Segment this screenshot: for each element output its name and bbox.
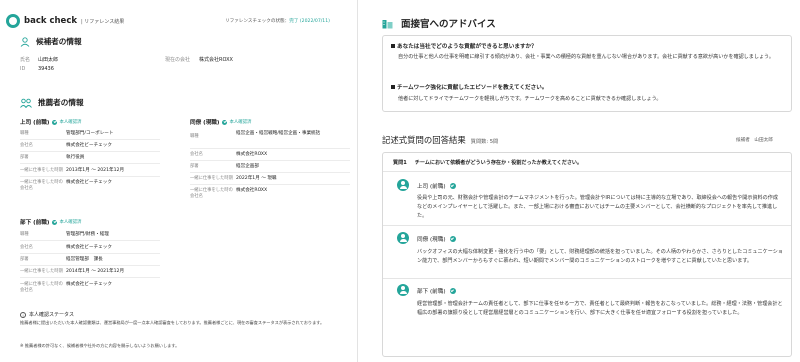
company-value: 株式会社ROXX [199,57,233,63]
verify-status-note-title: i 本人確認ステータス [20,311,74,318]
table-row: 一緒に仕事をした時の会社名 株式会社ROXX [190,188,268,199]
respondent-info: 候補者 山田太郎 [736,138,773,143]
referee-section-title: 推薦者の情報 [20,97,84,108]
results-title: 記述式質問の回答結果 質問数: 5問 [382,135,499,145]
answer-role: 部下 (前職) [417,287,458,295]
check-icon [52,119,58,125]
check-icon [222,119,228,125]
backcheck-logo-icon [6,14,20,28]
candidate-title-text: 候補者の情報 [36,37,82,46]
referee-boss-head: 上司 (前職) 本人確認済 [20,118,81,126]
check-icon [52,219,58,225]
name-value: 山田太郎 [38,57,59,63]
divider [383,225,791,226]
table-row: 一緒に仕事をした時の会社名 株式会社ビーチェック [20,282,112,293]
disclosure-footnote: ※ 推薦者様の許可なく、候補者様や社外の方に内容を開示しないようお願いします。 [20,343,180,348]
bullet-square-icon [391,85,395,89]
table-row: 職種 経営企画・経営戦略/経営企画・事業統括 [190,131,350,149]
right-panel: 面接官へのアドバイス あなたは当社でどのような貢献ができると思いますか？ 自分の… [358,0,800,362]
verified-badge: 本人確認済 [222,119,251,125]
table-row: 一緒に仕事をした時期 2013年1月 〜 2021年12月 [20,168,160,177]
status-label: リファレンスチェックの状態： [225,19,290,24]
advice-answer: 他者に対してドライでチームワークを軽視しがちです。チームワークを高めることに貢献… [398,96,662,102]
table-row: 一緒に仕事をした時期 2022年1月 〜 現職 [190,176,350,185]
logo-text: back check [24,16,78,26]
referee-title-text: 推薦者の情報 [38,98,84,107]
referee-subordinate-title: 部下 (前職) [20,220,50,226]
question-count: 質問数: 5問 [470,139,499,145]
person-icon [20,36,30,47]
header: back check | リファレンス結果 [6,14,124,28]
header-subtitle: | リファレンス結果 [81,18,125,25]
candidate-name-row: 氏名 山田太郎 [20,56,58,63]
check-icon [449,288,456,294]
status-value: 完了 (2022/07/11) [289,19,330,24]
people-icon [20,98,32,108]
table-row: 部署 経営企画部 [190,164,350,173]
table-row: 会社名 株式会社ビーチェック [20,143,160,152]
avatar-icon [397,179,409,191]
building-icon [382,19,393,28]
name-label: 氏名 [20,57,31,63]
divider [383,171,791,172]
candidate-id-row: ID 39436 [20,66,54,72]
answer-text: 役員や上司の元、財務会計や管理会計のチームマネジメントを行った。管理会計やIRに… [417,195,778,219]
referee-boss-title: 上司 (前職) [20,120,50,126]
info-icon: i [20,311,26,318]
id-value: 39436 [38,66,54,72]
check-icon [449,236,456,242]
question-text: チームにおいて依頼者がどういう存在か・役割だったか教えてください。 [414,160,583,166]
table-row: 会社名 株式会社ROXX [190,152,350,161]
id-label: ID [20,66,26,72]
advice-answer: 自分の仕事と他人の仕事を明確に線引する傾向があり、会社・事業への積極的な貢献を重… [398,54,774,60]
candidate-company-row: 現在の会社 株式会社ROXX [165,56,233,63]
company-label: 現在の会社 [165,57,191,63]
referee-colleague-head: 同僚 (現職) 本人確認済 [190,118,251,126]
answer-text: 経営管理部・管理会計チームの責任者として、部下に仕事を任せる一方で、責任者として… [417,301,783,316]
avatar-icon [397,284,409,296]
question-line: 質問1 チームにおいて依頼者がどういう存在か・役割だったか教えてください。 [393,159,582,166]
answer-role: 同僚 (現職) [417,235,458,243]
table-row: 職種 管理部門/財務・経理 [20,232,160,241]
referee-subordinate-head: 部下 (前職) 本人確認済 [20,218,81,226]
referee-colleague-title: 同僚 (現職) [190,120,220,126]
divider [383,278,791,279]
table-row: 会社名 株式会社ビーチェック [20,245,160,254]
reference-result-page: back check | リファレンス結果 リファレンスチェックの状態：完了 (… [0,0,800,362]
table-row: 部署 経営管理部 課長 [20,257,160,266]
answer-text: バックオフィスの大幅な体制変更・強化を行う中の「要」として、財務経理部の統括を担… [417,249,783,264]
check-status: リファレンスチェックの状態：完了 (2022/07/11) [225,18,330,24]
table-row: 職種 管理部門/コーポレート [20,131,160,140]
advice-title: 面接官へのアドバイス [382,16,496,30]
left-panel: back check | リファレンス結果 リファレンスチェックの状態：完了 (… [0,0,357,362]
bullet-square-icon [391,44,395,48]
avatar-icon [397,232,409,244]
results-box: 質問1 チームにおいて依頼者がどういう存在か・役割だったか教えてください。 上司 … [382,152,792,357]
advice-question: あなたは当社でどのような貢献ができると思いますか？ [391,42,537,50]
table-row: 一緒に仕事をした時の会社名 株式会社ビーチェック [20,180,112,191]
answer-role: 上司 (前職) [417,182,458,190]
table-row: 一緒に仕事をした時期 2014年1月 〜 2021年12月 [20,269,160,278]
candidate-section-title: 候補者の情報 [20,36,82,47]
advice-question: チームワーク強化に貢献したエピソードを教えてください。 [391,83,547,91]
question-number: 質問1 [393,160,407,166]
table-row: 部署 執行役員 [20,155,160,164]
verify-status-note: 推薦者様に提出いただいた本人確認書類は、運営事務局が一度一点本人確認審査をしてお… [20,320,325,325]
advice-box: あなたは当社でどのような貢献ができると思いますか？ 自分の仕事と他人の仕事を明確… [382,35,792,112]
verified-badge: 本人確認済 [52,119,81,125]
check-icon [449,183,456,189]
verified-badge: 本人確認済 [52,219,81,225]
